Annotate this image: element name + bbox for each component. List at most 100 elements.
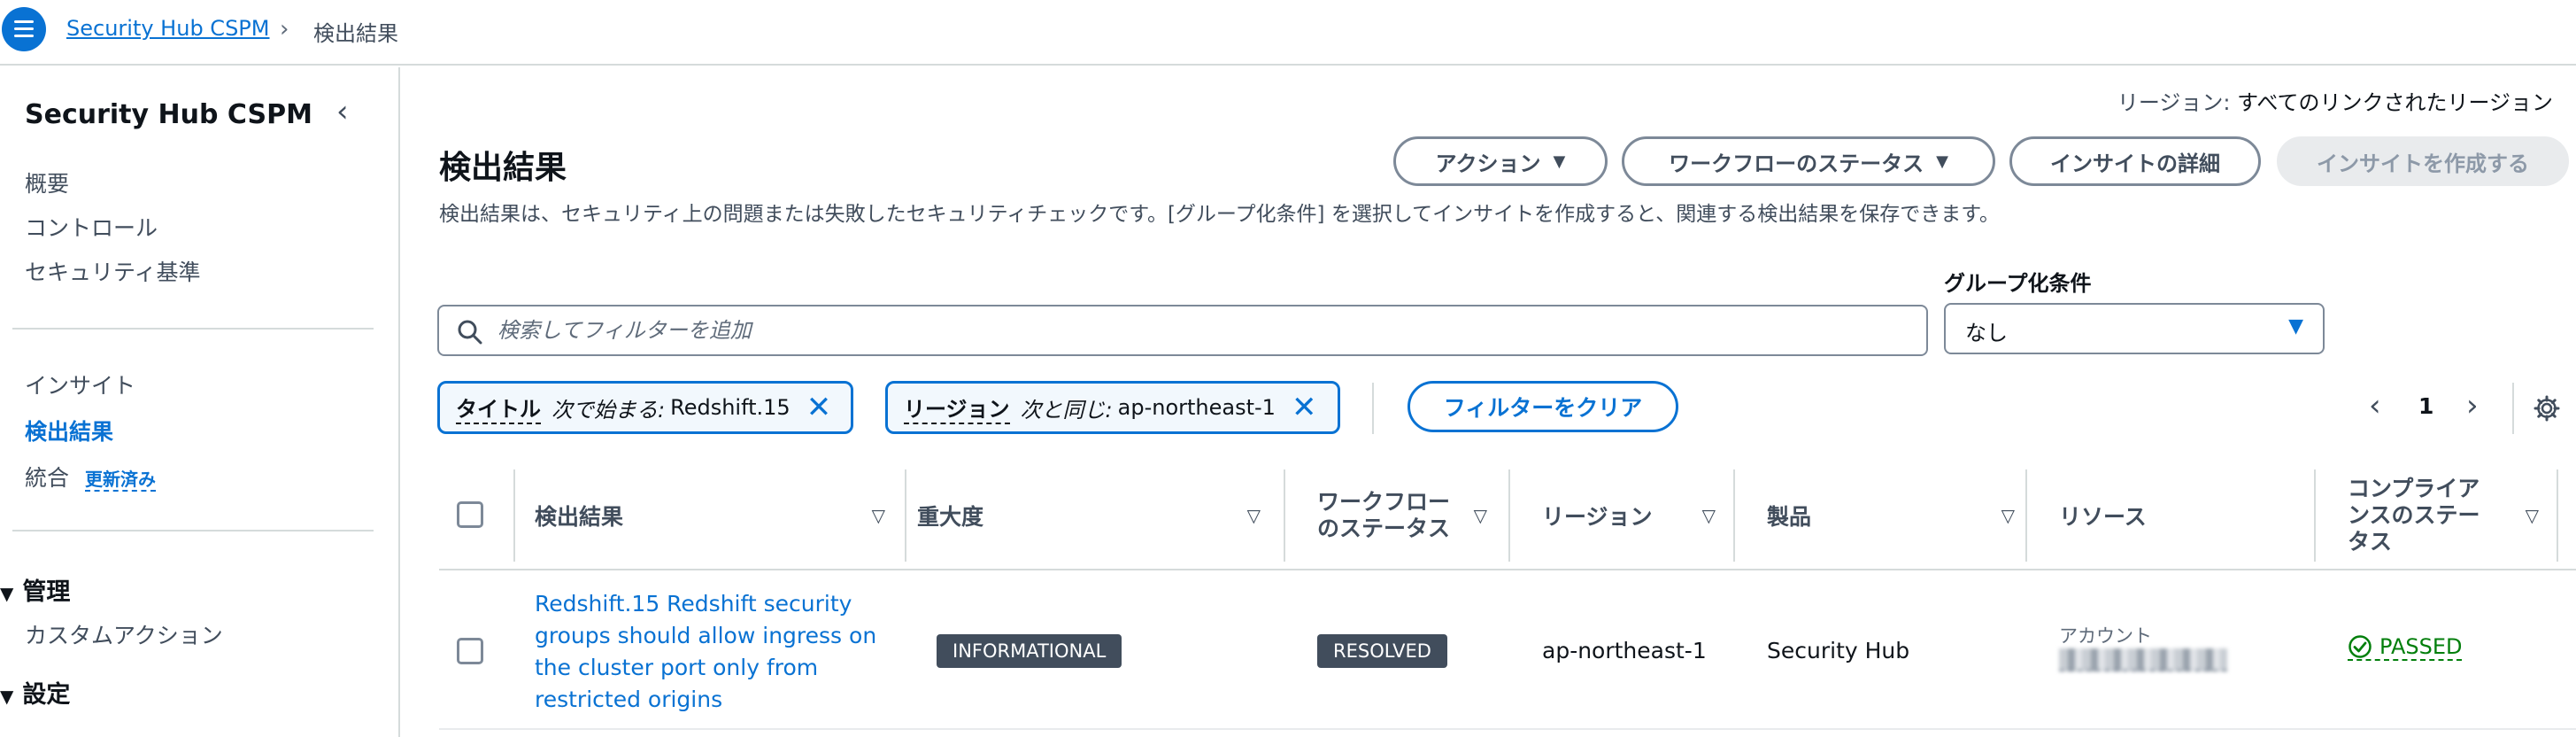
workflow-status-badge: RESOLVED (1317, 634, 1447, 668)
column-label-line: ワークフロー (1317, 489, 1451, 515)
create-insight-button[interactable]: インサイトを作成する (2277, 136, 2569, 186)
page-title: 検出結果 (439, 150, 567, 186)
filter-field: タイトル (456, 392, 541, 424)
region-indicator: リージョン: すべてのリンクされたリージョン (2117, 85, 2553, 116)
column-label-line: ンスのステー (2348, 502, 2480, 528)
sidebar-section-settings[interactable]: ▼ 設定 (0, 675, 70, 710)
breadcrumb-current: 検出結果 (313, 21, 398, 46)
sort-icon: ▽ (1246, 505, 1261, 526)
column-label: 重大度 (917, 504, 984, 530)
column-header-compliance-status[interactable]: コンプライア ンスのステー タス ▽ (2348, 461, 2542, 570)
settings-gear-icon[interactable] (2534, 395, 2560, 422)
insight-details-button[interactable]: インサイトの詳細 (2009, 136, 2261, 186)
search-icon (458, 320, 482, 345)
sidebar-divider (12, 328, 374, 330)
sidebar-item-findings[interactable]: 検出結果 (25, 415, 113, 446)
group-by-value: なし (1965, 321, 2008, 345)
region-value: すべてのリンクされたリージョン (2237, 90, 2553, 115)
caret-down-icon: ▼ (0, 583, 14, 604)
sidebar-item-insights[interactable]: インサイト (25, 368, 135, 400)
page-description: 検出結果は、セキュリティ上の問題または失敗したセキュリティチェックです。[グルー… (439, 203, 2000, 226)
chevron-right-icon[interactable]: › (2466, 388, 2479, 423)
check-circle-icon (2348, 635, 2372, 658)
column-label-line: タス (2348, 529, 2393, 555)
divider (2512, 383, 2514, 434)
finding-title-link[interactable]: Redshift.15 Redshift security groups sho… (535, 588, 898, 716)
column-header-severity[interactable]: 重大度 ▽ (917, 461, 1284, 570)
column-label: ワークフロー のステータス (1317, 489, 1450, 542)
column-header-finding[interactable]: 検出結果 ▽ (535, 461, 908, 570)
sidebar-item-custom-actions[interactable]: カスタムアクション (25, 618, 223, 650)
page-number[interactable]: 1 (2418, 393, 2433, 419)
clear-filters-button[interactable]: フィルターをクリア (1408, 381, 1678, 432)
search-bar (437, 305, 1928, 356)
chevron-right-icon: › (280, 16, 289, 43)
filter-value: ap-northeast-1 (1117, 395, 1276, 420)
product-cell: Security Hub (1767, 638, 1910, 663)
column-divider (1733, 469, 1735, 562)
caret-down-icon: ▼ (1553, 151, 1566, 171)
column-divider (2314, 469, 2316, 562)
actions-button[interactable]: アクション ▼ (1393, 136, 1608, 186)
column-divider (2557, 469, 2558, 562)
sidebar-item-summary[interactable]: 概要 (25, 167, 69, 198)
sort-icon: ▽ (871, 505, 885, 526)
account-id-redacted[interactable] (2059, 648, 2227, 671)
filter-field: リージョン (904, 392, 1010, 424)
close-icon[interactable]: ✕ (806, 392, 832, 423)
filter-value: Redshift.15 (670, 395, 791, 420)
column-divider (1284, 469, 1285, 562)
resource-label: アカウント (2059, 625, 2152, 647)
table-row: Redshift.15 Redshift security groups sho… (439, 570, 2576, 730)
sidebar-item-integrations[interactable]: 統合 更新済み (25, 461, 157, 493)
caret-down-icon: ▼ (0, 686, 14, 707)
region-label: リージョン: (2117, 90, 2231, 115)
column-header-resource[interactable]: リソース (2059, 461, 2316, 570)
filter-operator: 次で始まる: (551, 397, 666, 423)
sort-icon: ▽ (2001, 505, 2015, 526)
close-icon[interactable]: ✕ (1292, 392, 1317, 423)
group-by-select[interactable]: なし ▼ (1944, 303, 2325, 354)
sort-icon: ▽ (1473, 505, 1487, 526)
chevron-left-icon[interactable]: ‹ (2369, 388, 2381, 423)
menu-icon[interactable] (2, 7, 46, 51)
column-divider (2025, 469, 2027, 562)
workflow-status-button[interactable]: ワークフローのステータス ▼ (1622, 136, 1995, 186)
sidebar: Security Hub CSPM ‹ 概要 コントロール セキュリティ基準 イ… (0, 67, 400, 737)
compliance-status[interactable]: PASSED (2348, 634, 2463, 661)
sort-icon: ▽ (1701, 505, 1716, 526)
caret-down-icon: ▼ (2288, 315, 2303, 337)
column-header-region[interactable]: リージョン ▽ (1542, 461, 1728, 570)
filter-token-region: リージョン 次と同じ: ap-northeast-1 ✕ (885, 381, 1340, 434)
filter-operator: 次と同じ: (1020, 397, 1113, 423)
sidebar-title: Security Hub CSPM (25, 99, 312, 130)
button-label: アクション (1435, 151, 1541, 176)
button-label: ワークフローのステータス (1669, 151, 1924, 176)
breadcrumb-service-link[interactable]: Security Hub CSPM (66, 16, 269, 41)
search-input[interactable] (497, 308, 1896, 353)
sidebar-item-label: 統合 (25, 465, 70, 491)
compliance-status-label: PASSED (2379, 634, 2463, 659)
updated-badge: 更新済み (85, 469, 157, 492)
severity-badge: INFORMATIONAL (937, 634, 1122, 668)
column-label: リソース (2059, 504, 2147, 530)
caret-down-icon: ▼ (1936, 151, 1948, 171)
sidebar-item-security-standards[interactable]: セキュリティ基準 (25, 255, 201, 287)
column-header-workflow-status[interactable]: ワークフロー のステータス ▽ (1317, 461, 1503, 570)
divider (1372, 383, 1374, 434)
column-label-line: コンプライア (2348, 476, 2480, 501)
column-label: リージョン (1542, 504, 1653, 530)
table-header: 検出結果 ▽ 重大度 ▽ ワークフロー のステータス ▽ リージョン ▽ 製品 ▽… (439, 461, 2576, 570)
select-all-checkbox[interactable] (457, 501, 483, 528)
chevron-left-icon[interactable]: ‹ (336, 94, 349, 129)
column-divider (1508, 469, 1510, 562)
sidebar-item-controls[interactable]: コントロール (25, 211, 158, 243)
column-label: 製品 (1767, 504, 1812, 530)
column-label: 検出結果 (535, 504, 624, 530)
sidebar-divider (12, 530, 374, 531)
column-header-product[interactable]: 製品 ▽ (1767, 461, 2029, 570)
sidebar-section-management[interactable]: ▼ 管理 (0, 572, 70, 607)
sort-icon: ▽ (2525, 505, 2539, 526)
row-checkbox[interactable] (457, 638, 483, 664)
section-heading: 設定 (22, 681, 71, 709)
